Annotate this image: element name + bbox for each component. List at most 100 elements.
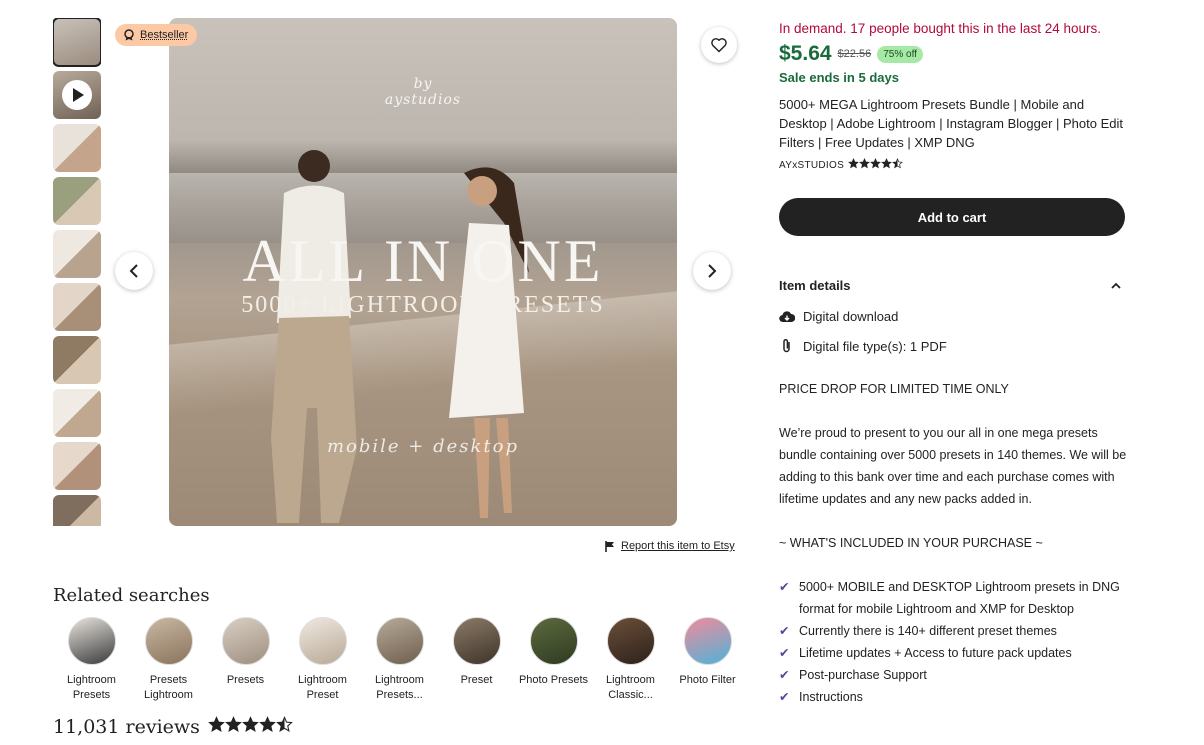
related-search-item[interactable]: Presets xyxy=(207,617,284,703)
star-full-icon xyxy=(881,158,892,169)
image-overlay-subtitle: 5000+ LIGHTROOM PRESETS xyxy=(241,292,605,318)
related-search-label: Lightroom Presets xyxy=(67,674,116,701)
included-item-text: 5000+ MOBILE and DESKTOP Lightroom prese… xyxy=(799,580,1120,616)
image-overlay-by: by aystudios xyxy=(384,76,462,108)
related-search-label: Lightroom Preset xyxy=(298,674,347,701)
description-paragraph: ~ WHAT'S INCLUDED IN YOUR PURCHASE ~ xyxy=(779,536,1043,550)
thumbnail-list xyxy=(53,18,101,526)
favorite-button[interactable] xyxy=(701,27,737,63)
paperclip-icon xyxy=(783,339,790,353)
product-description: PRICE DROP FOR LIMITED TIME ONLY We’re p… xyxy=(779,378,1129,554)
thumbnail-7[interactable] xyxy=(53,336,101,384)
reviews-summary[interactable]: 11,031 reviews xyxy=(53,716,293,738)
thumbnail-video[interactable] xyxy=(53,71,101,119)
related-search-thumbnail xyxy=(298,617,347,665)
reviews-stars xyxy=(208,716,293,738)
checkmark-icon: ✔ xyxy=(779,624,790,638)
related-search-item[interactable]: Lightroom Preset xyxy=(284,617,361,703)
related-search-label: Presets Lightroom xyxy=(144,674,193,701)
reviews-count: 11,031 reviews xyxy=(53,716,200,738)
related-search-item[interactable]: Preset xyxy=(438,617,515,703)
checkmark-icon: ✔ xyxy=(779,580,790,594)
included-item-text: Instructions xyxy=(799,690,863,704)
star-full-icon xyxy=(859,158,870,169)
included-item: ✔ Post-purchase Support xyxy=(779,664,1129,686)
included-item: ✔ Lifetime updates + Access to future pac… xyxy=(779,642,1129,664)
related-search-label: Lightroom Classic... xyxy=(606,674,655,701)
file-type-row: Digital file type(s): 1 PDF xyxy=(779,338,1129,354)
included-item-text: Currently there is 140+ different preset… xyxy=(799,624,1057,638)
image-overlay-tagline: mobile + desktop xyxy=(326,436,520,457)
thumbnail-5[interactable] xyxy=(53,230,101,278)
related-search-item[interactable]: Lightroom Presets xyxy=(53,617,130,703)
item-details-toggle[interactable]: Item details xyxy=(779,278,1129,293)
related-search-item[interactable]: Lightroom Classic... xyxy=(592,617,669,703)
related-search-thumbnail xyxy=(452,617,501,665)
related-search-label: Preset xyxy=(460,674,493,686)
flag-icon xyxy=(605,540,614,552)
image-man-figure xyxy=(271,150,357,523)
related-search-thumbnail xyxy=(221,617,270,665)
cloud-download-icon xyxy=(779,310,795,322)
included-item: ✔ Currently there is 140+ different prese… xyxy=(779,620,1129,642)
product-info-panel: In demand. 17 people bought this in the … xyxy=(779,20,1129,708)
next-image-button[interactable] xyxy=(693,252,731,290)
included-item: ✔ 5000+ MOBILE and DESKTOP Lightroom pres… xyxy=(779,576,1129,620)
demand-notice: In demand. 17 people bought this in the … xyxy=(779,21,1101,36)
report-label: Report this item to Etsy xyxy=(621,540,735,552)
shop-rating-stars xyxy=(848,158,903,172)
image-overlay-title: ALL IN ONE xyxy=(242,228,604,294)
related-search-label: Presets xyxy=(226,674,265,686)
checkmark-icon: ✔ xyxy=(779,646,790,660)
related-search-label: Photo Filter xyxy=(679,674,736,686)
description-paragraph: PRICE DROP FOR LIMITED TIME ONLY xyxy=(779,382,1009,396)
description-paragraph: We’re proud to present to you our all in… xyxy=(779,426,1127,506)
main-listing-image[interactable]: by aystudios ALL IN ONE 5000+ LIGHTROOM … xyxy=(169,18,677,526)
thumbnail-6[interactable] xyxy=(53,283,101,331)
thumbnail-10[interactable] xyxy=(53,495,101,526)
thumbnail-4[interactable] xyxy=(53,177,101,225)
shop-name[interactable]: AYxSTUDIOS xyxy=(779,160,844,171)
related-search-thumbnail xyxy=(67,617,116,665)
chevron-left-icon xyxy=(129,264,138,278)
included-item-text: Post-purchase Support xyxy=(799,668,927,682)
star-full-icon xyxy=(870,158,881,169)
star-half-icon xyxy=(276,716,293,732)
thumbnail-3[interactable] xyxy=(53,124,101,172)
thumbnail-9[interactable] xyxy=(53,442,101,490)
chevron-right-icon xyxy=(708,264,717,278)
related-search-thumbnail xyxy=(606,617,655,665)
sale-ends-text: Sale ends in 5 days xyxy=(779,70,899,85)
discount-badge: 75% off xyxy=(877,45,923,63)
previous-image-button[interactable] xyxy=(115,252,153,290)
star-half-icon xyxy=(892,158,903,169)
sale-price: $5.64 xyxy=(779,42,832,65)
digital-download-label: Digital download xyxy=(803,309,899,324)
original-price: $22.56 xyxy=(837,48,872,60)
related-search-thumbnail xyxy=(144,617,193,665)
related-search-item[interactable]: Photo Filter xyxy=(669,617,746,703)
thumbnail-1[interactable] xyxy=(53,18,101,67)
thumbnail-8[interactable] xyxy=(53,389,101,437)
related-search-item[interactable]: Presets Lightroom xyxy=(130,617,207,703)
heart-icon xyxy=(711,38,727,53)
checkmark-icon: ✔ xyxy=(779,668,790,682)
bestseller-badge[interactable]: Bestseller xyxy=(115,24,198,46)
star-full-icon xyxy=(208,716,225,732)
chevron-up-icon xyxy=(1111,282,1121,289)
related-search-thumbnail xyxy=(529,617,578,665)
related-search-item[interactable]: Photo Presets xyxy=(515,617,592,703)
included-item-text: Lifetime updates + Access to future pack… xyxy=(799,646,1072,660)
file-type-label: Digital file type(s): 1 PDF xyxy=(803,338,947,354)
report-item-link[interactable]: Report this item to Etsy xyxy=(605,540,735,552)
add-to-cart-button[interactable]: Add to cart xyxy=(779,198,1125,236)
shop-row[interactable]: AYxSTUDIOS xyxy=(779,158,1129,172)
star-full-icon xyxy=(848,158,859,169)
related-search-item[interactable]: Lightroom Presets... xyxy=(361,617,438,703)
related-search-thumbnail xyxy=(683,617,732,665)
star-full-icon xyxy=(259,716,276,732)
checkmark-icon: ✔ xyxy=(779,690,790,704)
included-list: ✔ 5000+ MOBILE and DESKTOP Lightroom pres… xyxy=(779,576,1129,708)
item-details-heading: Item details xyxy=(779,278,851,293)
play-icon xyxy=(62,80,92,110)
